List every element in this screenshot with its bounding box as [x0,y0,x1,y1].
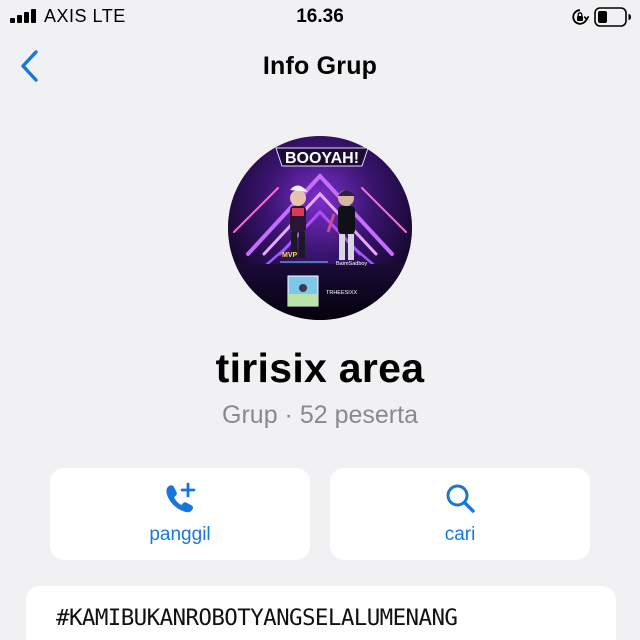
search-button-label: cari [444,524,476,545]
avatar-player-bottom: TRHEESIXX [326,290,358,296]
battery-icon [594,7,632,27]
page-title: Info Grup [262,52,378,80]
group-member-count: Grup · 52 peserta [222,401,418,429]
group-avatar[interactable]: BOOYAH! MVP BaimSadboy TRHEESIXX [228,136,412,320]
nav-bar: Info Grup [0,34,640,100]
avatar-caption: BOOYAH! [285,150,359,167]
phone-plus-icon [166,482,196,513]
avatar-badge: MVP [282,252,298,259]
orientation-lock-icon [571,8,590,26]
group-name: tirisix area [215,345,425,391]
search-icon [446,484,475,513]
status-time: 16.36 [296,6,344,27]
call-button-label: panggil [149,524,211,545]
search-button[interactable]: cari [330,468,590,560]
group-description-card[interactable]: #KAMIBUKANROBOTYANGSELALUMENANG [26,586,616,640]
call-button[interactable]: panggil [50,468,310,560]
group-description: #KAMIBUKANROBOTYANGSELALUMENANG [56,605,458,631]
avatar-player-right: BaimSadboy [336,261,367,267]
status-bar: AXIS LTE 16.36 [0,0,640,34]
